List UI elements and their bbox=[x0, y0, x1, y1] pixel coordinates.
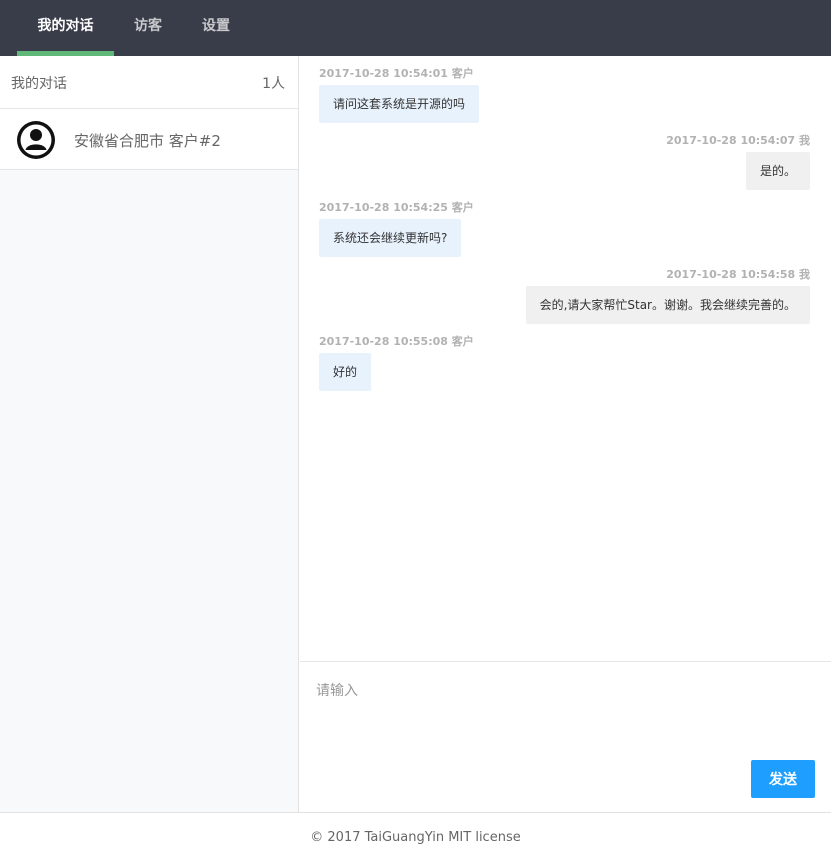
footer: © 2017 TaiGuangYin MIT license bbox=[0, 812, 831, 864]
chat-messages: 2017-10-28 10:54:01 客户 请问这套系统是开源的吗 2017-… bbox=[300, 56, 831, 661]
conversation-item[interactable]: 安徽省合肥市 客户#2 bbox=[0, 109, 298, 170]
message-customer: 2017-10-28 10:54:01 客户 请问这套系统是开源的吗 bbox=[319, 65, 480, 123]
tab-label: 我的对话 bbox=[37, 18, 94, 34]
message-bubble: 请问这套系统是开源的吗 bbox=[319, 85, 480, 123]
tab-my-conversations[interactable]: 我的对话 bbox=[17, 0, 114, 56]
tab-visitors[interactable]: 访客 bbox=[118, 0, 178, 56]
message-agent: 2017-10-28 10:54:58 我 会的,请大家帮忙Star。谢谢。我会… bbox=[525, 266, 810, 324]
message-meta: 2017-10-28 10:54:01 客户 bbox=[319, 67, 474, 80]
send-button[interactable]: 发送 bbox=[751, 760, 815, 798]
conversation-count: 1人 bbox=[262, 76, 285, 92]
message-agent: 2017-10-28 10:54:07 我 是的。 bbox=[666, 132, 810, 190]
message-customer: 2017-10-28 10:55:08 客户 好的 bbox=[319, 333, 474, 391]
footer-text: © 2017 TaiGuangYin MIT license bbox=[310, 830, 521, 845]
message-customer: 2017-10-28 10:54:25 客户 系统还会继续更新吗? bbox=[319, 199, 474, 257]
tab-settings[interactable]: 设置 bbox=[188, 0, 244, 56]
message-bubble: 系统还会继续更新吗? bbox=[319, 219, 462, 257]
tab-label: 访客 bbox=[134, 18, 162, 34]
message-meta: 2017-10-28 10:54:58 我 bbox=[666, 268, 810, 281]
message-input[interactable] bbox=[316, 680, 816, 760]
user-avatar-icon bbox=[17, 121, 55, 159]
conversation-name: 安徽省合肥市 客户#2 bbox=[74, 132, 221, 150]
tab-label: 设置 bbox=[202, 18, 230, 34]
sidebar-title: 我的对话 bbox=[11, 76, 67, 92]
message-bubble: 好的 bbox=[319, 353, 372, 391]
message-bubble: 会的,请大家帮忙Star。谢谢。我会继续完善的。 bbox=[525, 286, 810, 324]
top-nav: 我的对话 访客 设置 bbox=[0, 0, 831, 56]
sidebar-header: 我的对话 1人 bbox=[0, 56, 298, 109]
message-composer: 发送 bbox=[300, 661, 831, 812]
message-bubble: 是的。 bbox=[745, 152, 810, 190]
message-meta: 2017-10-28 10:54:25 客户 bbox=[319, 201, 474, 214]
message-meta: 2017-10-28 10:55:08 客户 bbox=[319, 335, 474, 348]
conversation-sidebar: 我的对话 1人 安徽省合肥市 客户#2 bbox=[0, 56, 299, 812]
message-meta: 2017-10-28 10:54:07 我 bbox=[666, 134, 810, 147]
